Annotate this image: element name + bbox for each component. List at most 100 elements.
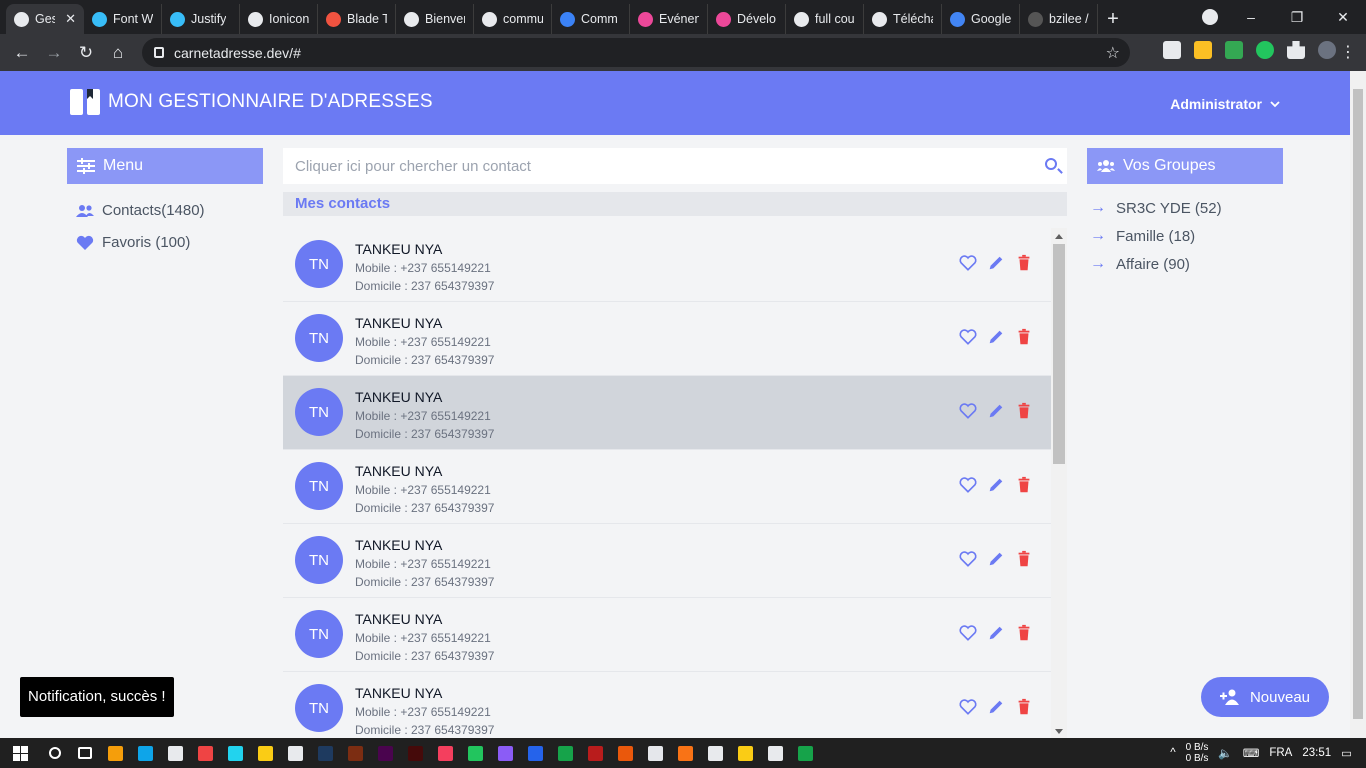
start-button[interactable]: [0, 738, 40, 768]
contact-row[interactable]: TN TANKEU NYA Mobile : +237 655149221 Domic…: [283, 228, 1051, 302]
bookmark-star-icon[interactable]: ☆: [1106, 43, 1120, 63]
sidebar-item-favorites[interactable]: Favoris (100): [76, 234, 190, 251]
taskbar-app-icon[interactable]: [670, 738, 700, 768]
extension-search-icon[interactable]: [1163, 41, 1181, 59]
edit-pencil-icon[interactable]: [987, 624, 1005, 642]
taskbar-app-icon[interactable]: [490, 738, 520, 768]
browser-tab[interactable]: full cou: [786, 4, 864, 34]
reload-icon[interactable]: ↻: [70, 43, 102, 63]
browser-tab[interactable]: Comm: [552, 4, 630, 34]
contact-row[interactable]: TN TANKEU NYA Mobile : +237 655149221 Domic…: [283, 598, 1051, 672]
group-item[interactable]: → Famille (18): [1090, 227, 1195, 245]
task-view-icon[interactable]: [70, 738, 100, 768]
taskbar-app-icon[interactable]: [580, 738, 610, 768]
address-bar[interactable]: carnetadresse.dev/# ☆: [142, 38, 1130, 67]
taskbar-app-icon[interactable]: [550, 738, 580, 768]
forward-arrow-icon[interactable]: →: [38, 43, 70, 63]
browser-tab[interactable]: Blade T: [318, 4, 396, 34]
user-menu[interactable]: Administrator: [1170, 96, 1280, 112]
maximize-button[interactable]: ❐: [1274, 9, 1320, 26]
delete-trash-icon[interactable]: [1015, 698, 1033, 716]
favorite-heart-icon[interactable]: [959, 698, 977, 716]
keyboard-icon[interactable]: ⌨: [1243, 746, 1260, 760]
taskbar-app-icon[interactable]: [610, 738, 640, 768]
browser-tab[interactable]: commu: [474, 4, 552, 34]
taskbar-app-icon[interactable]: [370, 738, 400, 768]
contact-row[interactable]: TN TANKEU NYA Mobile : +237 655149221 Domic…: [283, 672, 1051, 738]
notifications-icon[interactable]: ▭: [1341, 746, 1352, 760]
new-tab-button[interactable]: +: [1098, 4, 1128, 34]
taskbar-app-icon[interactable]: [640, 738, 670, 768]
page-scrollbar[interactable]: [1350, 71, 1366, 738]
page-scroll-thumb[interactable]: [1353, 89, 1363, 719]
contact-row[interactable]: TN TANKEU NYA Mobile : +237 655149221 Domic…: [283, 376, 1051, 450]
home-icon[interactable]: ⌂: [102, 43, 134, 63]
edit-pencil-icon[interactable]: [987, 698, 1005, 716]
favorite-heart-icon[interactable]: [959, 328, 977, 346]
taskbar-app-icon[interactable]: [430, 738, 460, 768]
contacts-scrollbar[interactable]: [1051, 228, 1067, 738]
taskbar-app-icon[interactable]: [220, 738, 250, 768]
taskbar-app-icon[interactable]: [250, 738, 280, 768]
close-tab-icon[interactable]: ✕: [65, 11, 76, 27]
browser-tab[interactable]: Font W: [84, 4, 162, 34]
edit-pencil-icon[interactable]: [987, 254, 1005, 272]
taskbar-app-icon[interactable]: [760, 738, 790, 768]
taskbar-app-icon[interactable]: [790, 738, 820, 768]
taskbar-app-icon[interactable]: [730, 738, 760, 768]
favorite-heart-icon[interactable]: [959, 476, 977, 494]
taskbar-app-icon[interactable]: [160, 738, 190, 768]
taskbar-app-icon[interactable]: [340, 738, 370, 768]
edit-pencil-icon[interactable]: [987, 476, 1005, 494]
edit-pencil-icon[interactable]: [987, 550, 1005, 568]
taskbar-app-icon[interactable]: [400, 738, 430, 768]
delete-trash-icon[interactable]: [1015, 254, 1033, 272]
contact-row[interactable]: TN TANKEU NYA Mobile : +237 655149221 Domic…: [283, 302, 1051, 376]
extension-android-icon[interactable]: [1256, 41, 1274, 59]
taskbar-app-icon[interactable]: [130, 738, 160, 768]
browser-tab[interactable]: Télécha: [864, 4, 942, 34]
delete-trash-icon[interactable]: [1015, 550, 1033, 568]
clock[interactable]: 23:51: [1302, 747, 1331, 759]
back-arrow-icon[interactable]: ←: [6, 43, 38, 63]
close-window-button[interactable]: ✕: [1320, 9, 1366, 26]
profile-avatar[interactable]: [1318, 41, 1336, 59]
scroll-thumb[interactable]: [1053, 244, 1065, 464]
drive-icon[interactable]: [1225, 41, 1243, 59]
search-input[interactable]: Cliquer ici pour chercher un contact: [283, 148, 1067, 184]
taskbar-app-icon[interactable]: [190, 738, 220, 768]
group-item[interactable]: → SR3C YDE (52): [1090, 199, 1222, 217]
taskbar-app-icon[interactable]: [460, 738, 490, 768]
extension-google-icon[interactable]: [1194, 41, 1212, 59]
browser-tab[interactable]: Justify: [162, 4, 240, 34]
taskbar-app-icon[interactable]: [520, 738, 550, 768]
scroll-down-icon[interactable]: [1055, 729, 1063, 734]
browser-tab[interactable]: Ges ✕: [6, 4, 84, 34]
favorite-heart-icon[interactable]: [959, 550, 977, 568]
delete-trash-icon[interactable]: [1015, 402, 1033, 420]
delete-trash-icon[interactable]: [1015, 476, 1033, 494]
edit-pencil-icon[interactable]: [987, 402, 1005, 420]
taskbar-app-icon[interactable]: [310, 738, 340, 768]
tab-search-icon[interactable]: [1202, 9, 1218, 25]
puzzle-icon[interactable]: [1287, 41, 1305, 59]
browser-tab[interactable]: Ionicon: [240, 4, 318, 34]
group-item[interactable]: → Affaire (90): [1090, 255, 1190, 273]
tray-chevron-icon[interactable]: ^: [1170, 747, 1175, 759]
speaker-icon[interactable]: 🔈: [1218, 746, 1232, 760]
taskbar-app-icon[interactable]: [100, 738, 130, 768]
edit-pencil-icon[interactable]: [987, 328, 1005, 346]
sidebar-item-contacts[interactable]: Contacts(1480): [76, 202, 205, 219]
search-icon[interactable]: [1045, 158, 1057, 170]
browser-tab[interactable]: bzilee /: [1020, 4, 1098, 34]
favorite-heart-icon[interactable]: [959, 624, 977, 642]
contact-row[interactable]: TN TANKEU NYA Mobile : +237 655149221 Domic…: [283, 450, 1051, 524]
new-contact-button[interactable]: Nouveau: [1201, 677, 1329, 717]
favorite-heart-icon[interactable]: [959, 254, 977, 272]
browser-menu-icon[interactable]: ⋮: [1340, 42, 1356, 62]
minimize-button[interactable]: –: [1228, 9, 1274, 25]
taskbar-search-icon[interactable]: [40, 738, 70, 768]
delete-trash-icon[interactable]: [1015, 624, 1033, 642]
browser-tab[interactable]: Google: [942, 4, 1020, 34]
brand[interactable]: MON GESTIONNAIRE D'ADRESSES: [70, 89, 433, 115]
